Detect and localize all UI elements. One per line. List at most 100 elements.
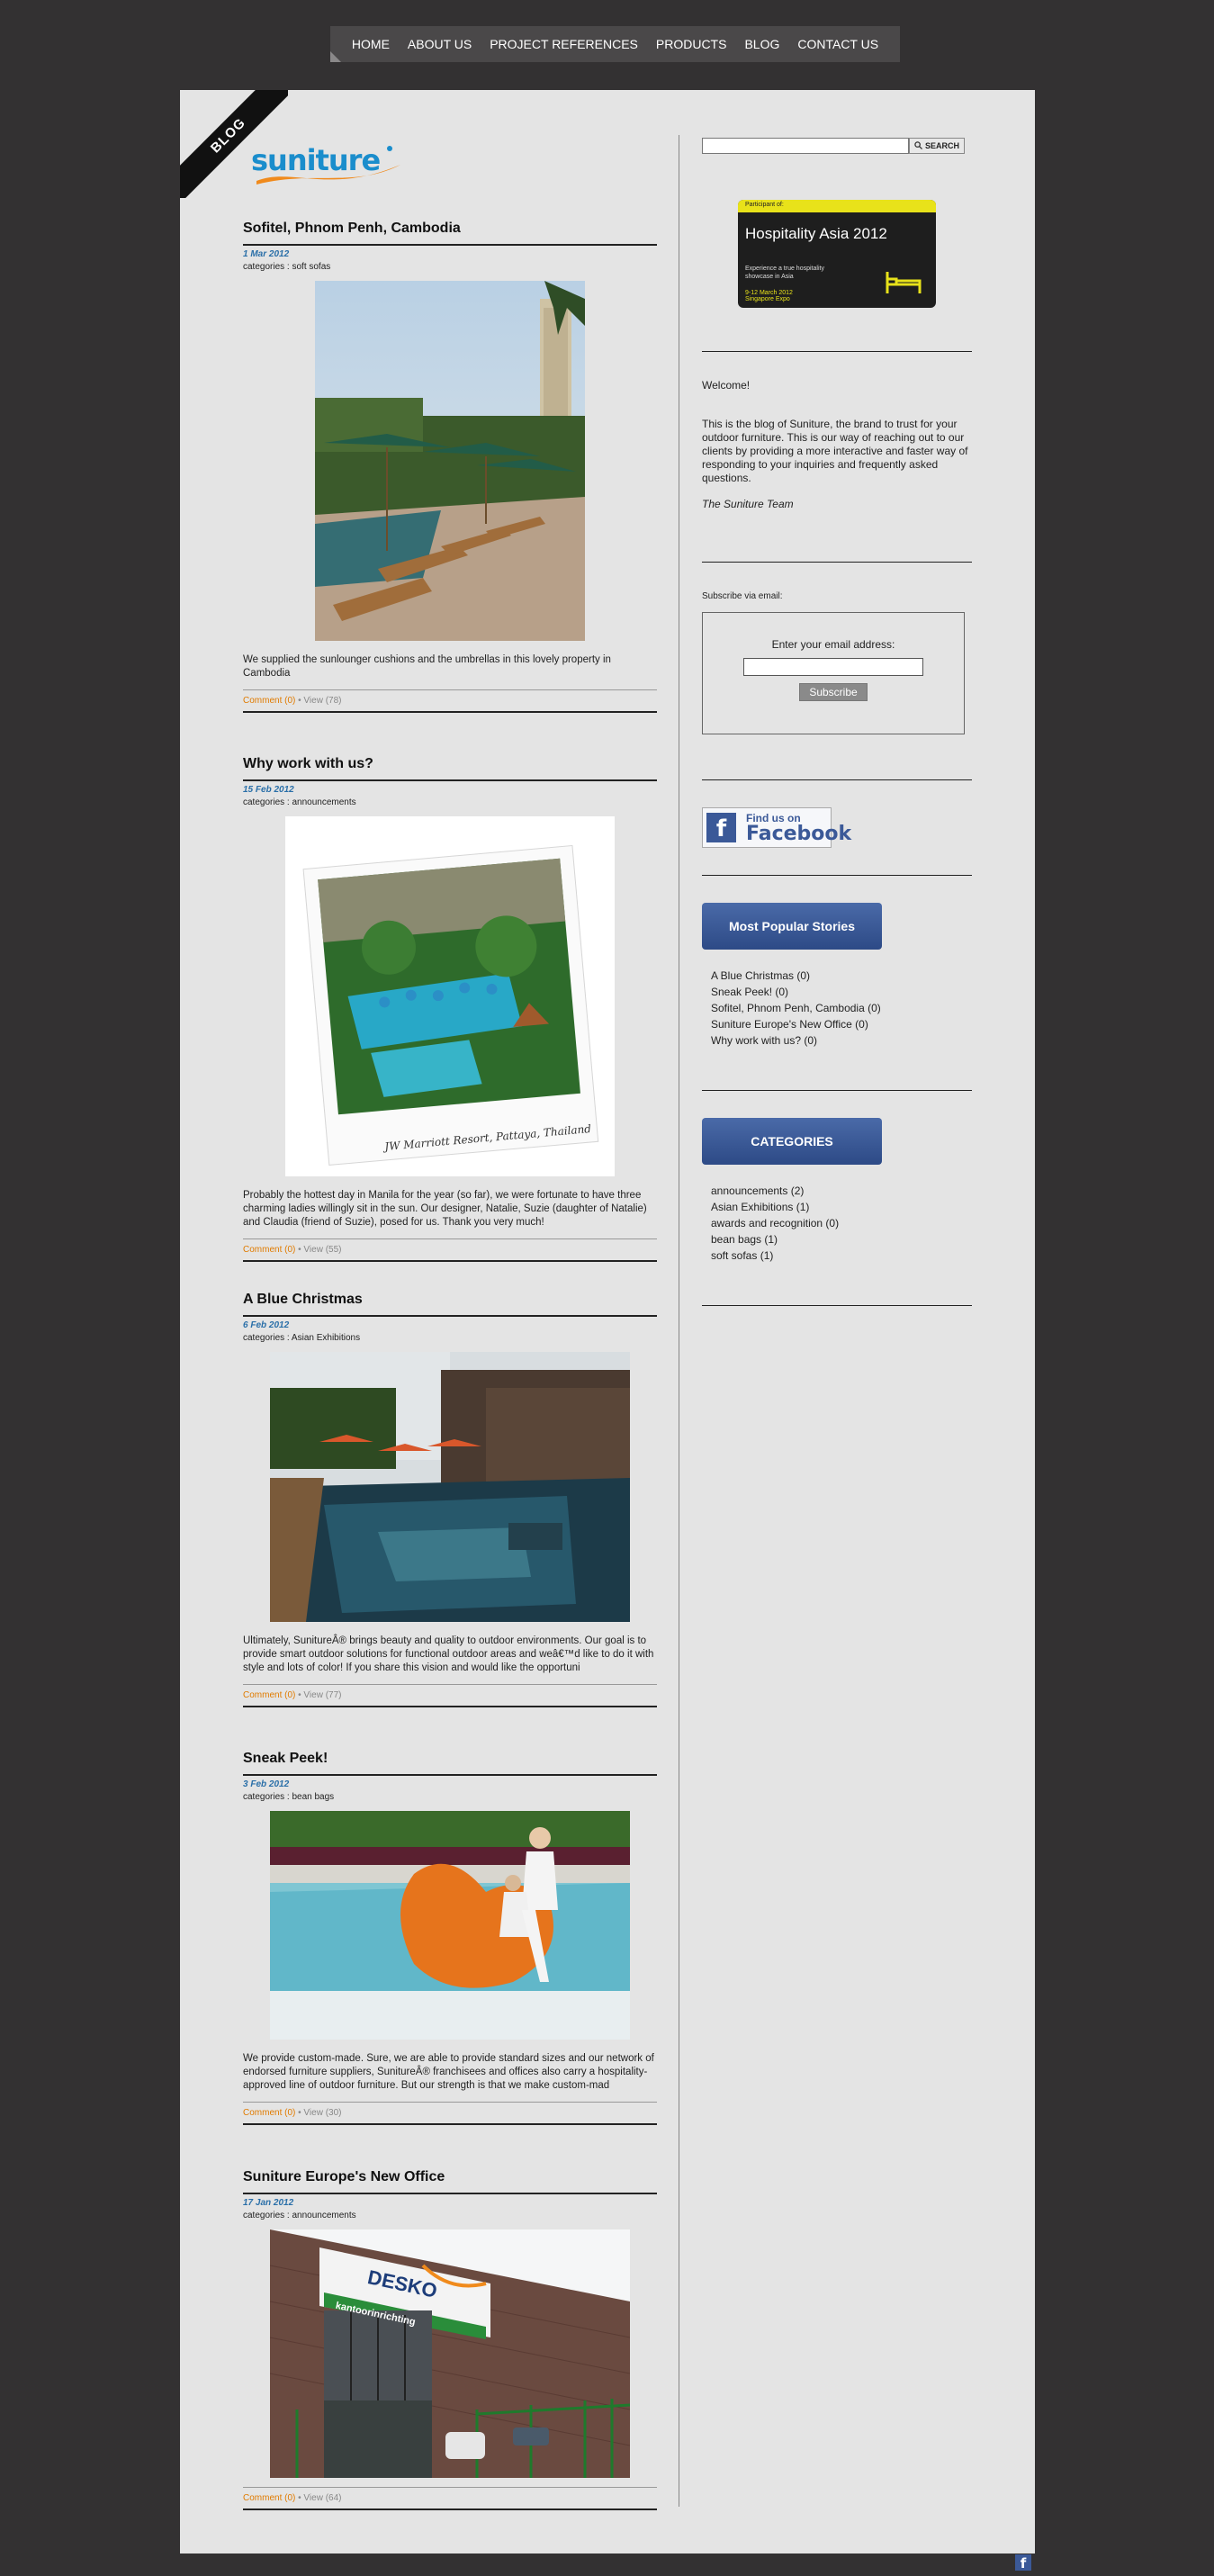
categories-list: announcements (2) Asian Exhibitions (1) … (711, 1183, 972, 1264)
facebook-badge[interactable]: f Find us on Facebook (702, 807, 851, 848)
popular-story-link[interactable]: Why work with us? (0) (711, 1032, 972, 1049)
sidebar: SEARCH Participant of: Hospitality Asia … (702, 135, 972, 1306)
sidebar-divider (702, 875, 972, 876)
facebook-corner-icon[interactable]: f (1015, 2554, 1031, 2571)
post-image-infinity-pool[interactable] (270, 1352, 630, 1622)
post-meta: Comment (0) • View (55) (243, 1238, 657, 1262)
categories-heading: CATEGORIES (702, 1118, 882, 1165)
blog-post: Why work with us? 15 Feb 2012 categories… (243, 756, 657, 1262)
post-date: 17 Jan 2012 (243, 2198, 294, 2208)
post-title[interactable]: A Blue Christmas (243, 1292, 657, 1317)
sidebar-divider (702, 1090, 972, 1091)
banner-top-text: Participant of: (738, 200, 936, 212)
post-view-count: • View (30) (295, 2108, 342, 2118)
post-date: 6 Feb 2012 (243, 1320, 290, 1330)
hospitality-asia-banner[interactable]: Participant of: Hospitality Asia 2012 Ex… (738, 200, 936, 308)
post-view-count: • View (77) (295, 1690, 342, 1700)
popular-story-link[interactable]: Suniture Europe's New Office (0) (711, 1016, 972, 1032)
nav-contact-us[interactable]: CONTACT US (788, 37, 887, 51)
facebook-icon: f (706, 813, 736, 842)
banner-title: Hospitality Asia 2012 (745, 225, 887, 242)
category-link[interactable]: awards and recognition (0) (711, 1215, 972, 1231)
subscribe-prompt: Enter your email address: (771, 638, 895, 651)
subscribe-button[interactable]: Subscribe (799, 683, 868, 701)
search-input[interactable] (702, 138, 909, 154)
email-input[interactable] (743, 658, 923, 676)
nav-corner-decoration (330, 51, 341, 62)
banner-venue: Singapore Expo (745, 296, 790, 302)
post-meta: Comment (0) • View (78) (243, 689, 657, 713)
post-meta: Comment (0) • View (64) (243, 2487, 657, 2510)
post-excerpt: We supplied the sunlounger cushions and … (243, 654, 611, 679)
post-meta: Comment (0) • View (30) (243, 2102, 657, 2125)
post-comment-link[interactable]: Comment (0) (243, 1690, 295, 1700)
post-comment-link[interactable]: Comment (0) (243, 1245, 295, 1255)
infinity-pool-photo (270, 1352, 630, 1622)
page-container: BLOG suniture Sofitel, Phnom Penh, Cambo… (180, 90, 1035, 2553)
category-link[interactable]: soft sofas (1) (711, 1247, 972, 1264)
main-navigation: HOME ABOUT US PROJECT REFERENCES PRODUCT… (330, 26, 900, 62)
popular-stories-list: A Blue Christmas (0) Sneak Peek! (0) Sof… (711, 968, 972, 1049)
post-title[interactable]: Suniture Europe's New Office (243, 2169, 657, 2194)
facebook-badge-big-text: Facebook (746, 823, 852, 845)
post-comment-link[interactable]: Comment (0) (243, 2493, 295, 2503)
nav-blog[interactable]: BLOG (735, 37, 788, 51)
category-link[interactable]: bean bags (1) (711, 1231, 972, 1247)
banner-description: Experience a true hospitality showcase i… (745, 266, 824, 280)
hotel-pool-photo (315, 281, 585, 641)
post-view-count: • View (64) (295, 2493, 342, 2503)
post-image-bean-bag[interactable] (270, 1811, 630, 2040)
post-category[interactable]: categories : Asian Exhibitions (243, 1333, 657, 1343)
subscribe-label: Subscribe via email: (702, 591, 783, 601)
post-meta: Comment (0) • View (77) (243, 1684, 657, 1707)
blog-post: Sneak Peek! 3 Feb 2012 categories : bean… (243, 1751, 657, 2125)
category-link[interactable]: announcements (2) (711, 1183, 972, 1199)
post-date: 3 Feb 2012 (243, 1779, 290, 1789)
post-comment-link[interactable]: Comment (0) (243, 696, 295, 706)
sidebar-divider (702, 1305, 972, 1306)
suniture-logo[interactable]: suniture (247, 140, 409, 194)
post-image-resort-polaroid[interactable]: JW Marriott Resort, Pattaya, Thailand (285, 816, 615, 1176)
bean-bag-photo (270, 1811, 630, 2040)
post-category[interactable]: categories : announcements (243, 797, 657, 807)
nav-home[interactable]: HOME (343, 37, 399, 51)
post-title[interactable]: Why work with us? (243, 756, 657, 781)
post-date: 15 Feb 2012 (243, 785, 294, 795)
sidebar-intro: This is the blog of Suniture, the brand … (702, 418, 968, 484)
blog-post: A Blue Christmas 6 Feb 2012 categories :… (243, 1292, 657, 1707)
search-button[interactable]: SEARCH (909, 138, 965, 154)
post-view-count: • View (78) (295, 696, 342, 706)
post-excerpt: Probably the hottest day in Manila for t… (243, 1190, 647, 1228)
post-category[interactable]: categories : announcements (243, 2211, 657, 2220)
post-comment-link[interactable]: Comment (0) (243, 2108, 295, 2118)
post-category[interactable]: categories : bean bags (243, 1792, 657, 1802)
nav-project-references[interactable]: PROJECT REFERENCES (481, 37, 647, 51)
nav-about-us[interactable]: ABOUT US (399, 37, 481, 51)
post-excerpt: Ultimately, SunitureÂ® brings beauty and… (243, 1635, 654, 1673)
blog-post: Sofitel, Phnom Penh, Cambodia 1 Mar 2012… (243, 221, 657, 713)
post-title[interactable]: Sneak Peek! (243, 1751, 657, 1776)
search-button-label: SEARCH (924, 141, 959, 150)
resort-polaroid-photo (285, 816, 615, 1176)
office-building-photo (270, 2229, 630, 2478)
popular-story-link[interactable]: A Blue Christmas (0) (711, 968, 972, 984)
post-image-hotel-pool[interactable] (315, 281, 585, 641)
magnifier-icon (914, 140, 922, 151)
post-view-count: • View (55) (295, 1245, 342, 1255)
post-category[interactable]: categories : soft sofas (243, 262, 657, 272)
sidebar-signoff: The Suniture Team (702, 498, 794, 510)
popular-story-link[interactable]: Sofitel, Phnom Penh, Cambodia (0) (711, 1000, 972, 1016)
bed-icon (886, 272, 922, 293)
category-link[interactable]: Asian Exhibitions (1) (711, 1199, 972, 1215)
popular-story-link[interactable]: Sneak Peek! (0) (711, 984, 972, 1000)
post-date: 1 Mar 2012 (243, 249, 290, 259)
post-title[interactable]: Sofitel, Phnom Penh, Cambodia (243, 221, 657, 246)
sidebar-divider (702, 562, 972, 563)
post-image-office-building[interactable]: DESKO kantoorinrichting (270, 2229, 630, 2478)
sidebar-welcome: Welcome! (702, 379, 751, 392)
search-form: SEARCH (702, 137, 972, 155)
sidebar-divider (702, 779, 972, 780)
nav-products[interactable]: PRODUCTS (647, 37, 736, 51)
sidebar-divider (702, 351, 972, 352)
logo-wordmark: suniture (251, 143, 381, 177)
